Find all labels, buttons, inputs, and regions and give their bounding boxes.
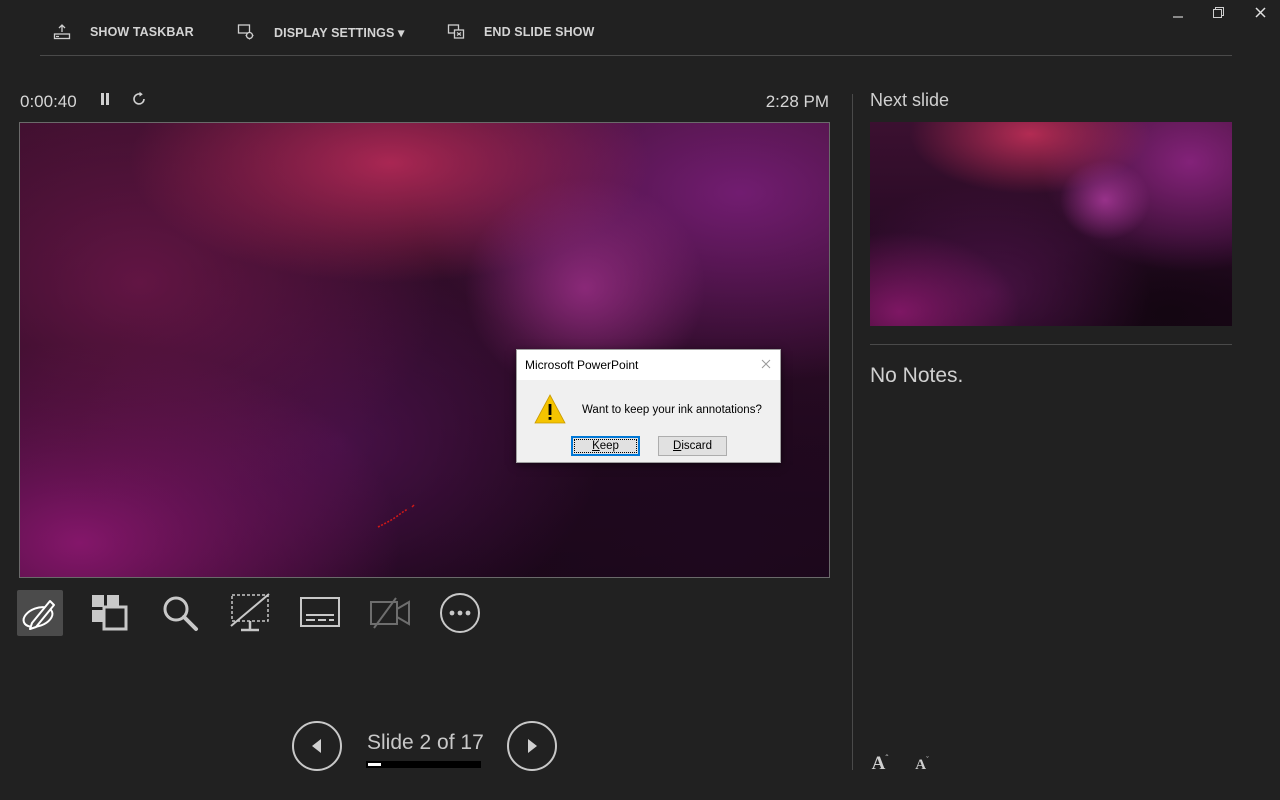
- restart-icon: [131, 91, 147, 112]
- next-arrow-icon: [528, 739, 537, 753]
- dialog-message: Want to keep your ink annotations?: [582, 404, 762, 416]
- restore-button[interactable]: [1204, 4, 1232, 24]
- previous-arrow-icon: [312, 739, 321, 753]
- increase-font-button[interactable]: Aˆ: [868, 752, 892, 776]
- warning-icon: [534, 394, 566, 424]
- display-settings-label: DISPLAY SETTINGS ▾: [274, 25, 405, 40]
- slide-progress-fill: [368, 763, 381, 766]
- keep-annotations-dialog: Microsoft PowerPoint Want to keep your i…: [516, 349, 781, 463]
- speaker-notes: No Notes.: [870, 364, 964, 387]
- keep-button[interactable]: Keep: [571, 436, 640, 456]
- increase-font-icon: A: [871, 753, 886, 774]
- slide-progress-bar: [366, 761, 481, 768]
- subtitles-button[interactable]: [297, 590, 343, 636]
- decrease-font-icon: A: [915, 757, 927, 773]
- slide-counter: Slide 2 of 17: [367, 731, 484, 754]
- see-all-slides-icon: [92, 595, 128, 631]
- display-settings-icon: [236, 22, 256, 42]
- end-slide-show-label: END SLIDE SHOW: [484, 25, 595, 39]
- decrease-font-button[interactable]: Aˇ: [910, 752, 934, 776]
- keep-button-label: eep: [599, 440, 619, 452]
- taskbar-icon: [52, 22, 72, 42]
- pen-tool-icon: [22, 600, 55, 630]
- minimize-button[interactable]: [1164, 4, 1192, 24]
- see-all-slides-button[interactable]: [86, 590, 132, 636]
- pane-divider[interactable]: [852, 94, 853, 770]
- zoom-icon: [163, 596, 198, 631]
- elapsed-timer: 0:00:40: [20, 92, 77, 111]
- keep-button-mnemonic: K: [592, 440, 600, 452]
- display-settings-button[interactable]: DISPLAY SETTINGS ▾: [236, 22, 404, 42]
- pen-tool-button[interactable]: [17, 590, 63, 636]
- black-screen-icon: [230, 593, 270, 632]
- presenter-toolbar: SHOW TASKBAR DISPLAY SETTINGS ▾ END SLID…: [0, 0, 1280, 56]
- minimize-icon: [1173, 5, 1183, 23]
- discard-button-label: iscard: [681, 440, 712, 452]
- dialog-close-button[interactable]: [758, 356, 774, 372]
- show-taskbar-button[interactable]: SHOW TASKBAR: [52, 22, 194, 42]
- camera-off-icon: [370, 597, 410, 629]
- next-slide-thumbnail[interactable]: [870, 122, 1232, 326]
- notes-divider: [870, 344, 1232, 345]
- show-taskbar-label: SHOW TASKBAR: [90, 25, 194, 39]
- restore-icon: [1212, 5, 1224, 23]
- previous-slide-button[interactable]: [292, 721, 342, 771]
- end-show-icon: [446, 22, 466, 42]
- next-slide-button[interactable]: [507, 721, 557, 771]
- pause-timer-button[interactable]: [96, 92, 114, 110]
- pause-icon: [99, 92, 111, 111]
- close-icon: [1254, 5, 1266, 23]
- caret-up-icon: ˆ: [885, 753, 889, 763]
- caret-down-icon: ˇ: [926, 754, 929, 764]
- dialog-titlebar: Microsoft PowerPoint: [517, 350, 780, 380]
- black-screen-button[interactable]: [226, 590, 272, 636]
- current-time: 2:28 PM: [765, 92, 829, 111]
- end-slide-show-button[interactable]: END SLIDE SHOW: [446, 22, 594, 42]
- discard-button[interactable]: Discard: [658, 436, 727, 456]
- more-options-icon: [440, 593, 480, 633]
- discard-button-mnemonic: D: [673, 440, 682, 452]
- more-options-button[interactable]: [437, 590, 483, 636]
- camera-toggle-button[interactable]: [367, 590, 413, 636]
- dialog-title: Microsoft PowerPoint: [525, 358, 639, 372]
- reset-timer-button[interactable]: [130, 91, 148, 112]
- next-slide-label: Next slide: [870, 90, 950, 110]
- close-icon: [761, 359, 771, 369]
- toolbar-divider: [40, 55, 1232, 56]
- subtitles-icon: [300, 597, 340, 627]
- close-window-button[interactable]: [1246, 4, 1274, 24]
- zoom-button[interactable]: [157, 590, 203, 636]
